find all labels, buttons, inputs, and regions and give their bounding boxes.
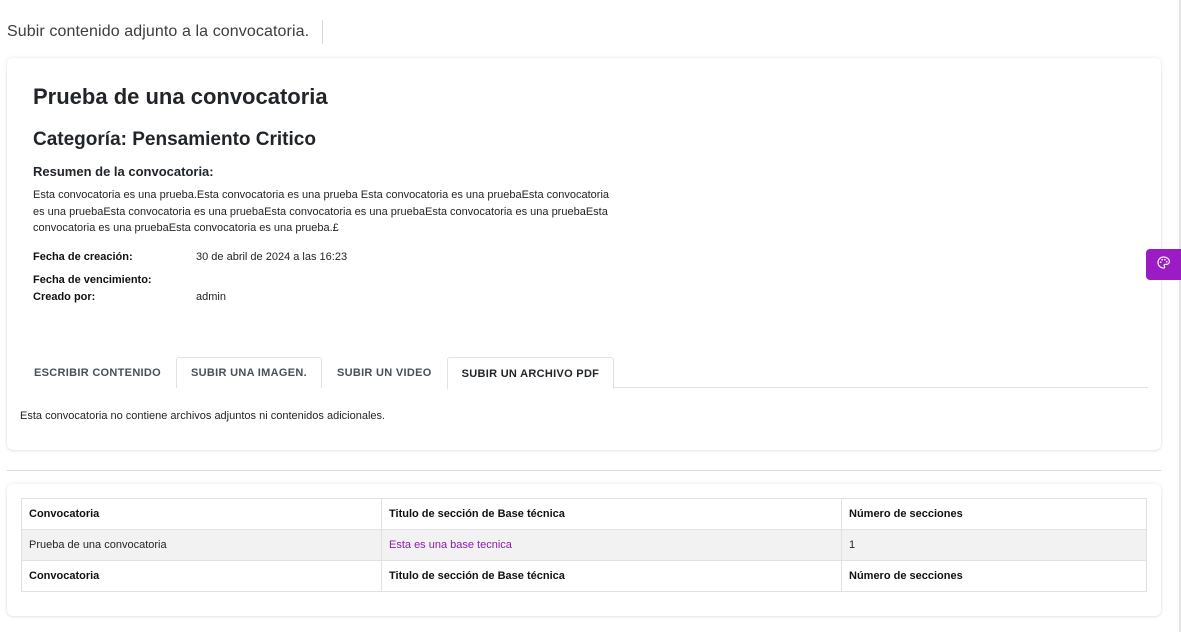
tab-subir-pdf[interactable]: SUBIR UN ARCHIVO PDF	[446, 357, 615, 389]
summary-text: Esta convocatoria es una prueba.Esta con…	[33, 187, 673, 237]
convocatoria-category: Categoría: Pensamiento Critico	[33, 129, 316, 150]
table-row: Prueba de una convocatoria Esta es una b…	[21, 529, 1147, 561]
fecha-creacion-label: Fecha de creación:	[33, 251, 133, 263]
page-title: Subir contenido adjunto a la convocatori…	[7, 23, 310, 40]
summary-line: convocatoria es una pruebaEsta convocato…	[33, 222, 339, 234]
column-header-numero-secciones: Número de secciones	[841, 498, 1147, 530]
convocatoria-card: Prueba de una convocatoria Categoría: Pe…	[7, 58, 1161, 450]
bases-tecnicas-table: Convocatoria Titulo de sección de Base t…	[21, 498, 1147, 592]
summary-line: es una pruebaEsta convocatoria es una pr…	[33, 205, 608, 218]
base-tecnica-link[interactable]: Esta es una base tecnica	[381, 529, 842, 561]
column-footer-convocatoria: Convocatoria	[21, 560, 382, 592]
cell-convocatoria: Prueba de una convocatoria	[21, 529, 382, 561]
summary-line: Esta convocatoria es una prueba.Esta con…	[33, 189, 610, 201]
page: Subir contenido adjunto a la convocatori…	[0, 0, 1181, 632]
content-tabs: ESCRIBIR CONTENIDO SUBIR UNA IMAGEN. SUB…	[19, 357, 1148, 389]
table-footer-row: Convocatoria Titulo de sección de Base t…	[21, 560, 1147, 592]
column-footer-titulo-seccion: Titulo de sección de Base técnica	[381, 560, 842, 592]
table-header-row: Convocatoria Titulo de sección de Base t…	[21, 498, 1147, 530]
tab-subir-imagen[interactable]: SUBIR UNA IMAGEN.	[176, 357, 322, 388]
bases-tecnicas-card: Convocatoria Titulo de sección de Base t…	[7, 484, 1161, 616]
theme-customizer-button[interactable]	[1146, 249, 1181, 280]
page-header: Subir contenido adjunto a la convocatori…	[7, 20, 324, 44]
fecha-creacion-value: 30 de abril de 2024 a las 16:23	[196, 251, 348, 263]
header-divider	[322, 20, 324, 44]
tab-escribir-contenido[interactable]: ESCRIBIR CONTENIDO	[19, 357, 177, 388]
fecha-vencimiento-label: Fecha de vencimiento:	[33, 274, 152, 286]
convocatoria-title: Prueba de una convocatoria	[33, 84, 328, 109]
column-header-titulo-seccion: Titulo de sección de Base técnica	[381, 498, 842, 530]
section-divider	[7, 470, 1161, 471]
palette-icon	[1157, 255, 1170, 274]
creado-por-label: Creado por:	[33, 291, 96, 303]
creado-por-value: admin	[196, 291, 226, 303]
summary-label: Resumen de la convocatoria:	[33, 164, 214, 179]
column-footer-numero-secciones: Número de secciones	[841, 560, 1147, 592]
cell-numero-secciones: 1	[841, 529, 1147, 561]
tab-subir-video[interactable]: SUBIR UN VIDEO	[321, 357, 447, 388]
column-header-convocatoria: Convocatoria	[21, 498, 382, 530]
tab-content-message: Esta convocatoria no contiene archivos a…	[20, 410, 386, 422]
